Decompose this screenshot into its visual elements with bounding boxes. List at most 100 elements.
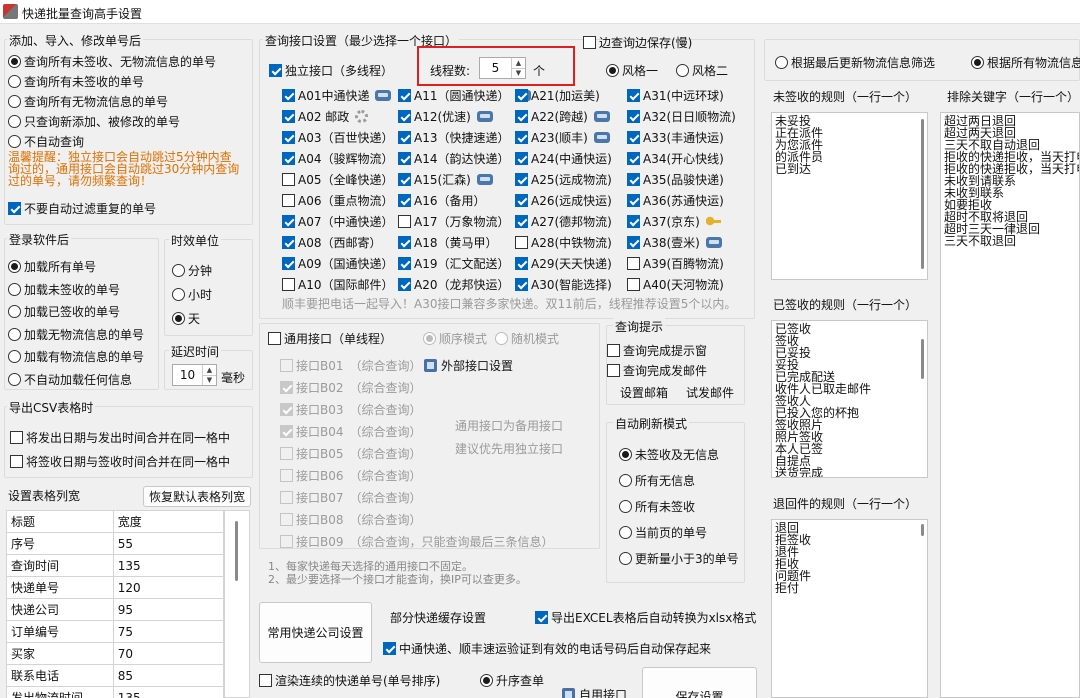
general-api-checkbox[interactable]: 接口B04 （综合查询） [280,423,422,440]
table-cell[interactable]: 135 [112,686,225,698]
table-cell[interactable]: 序号 [6,532,114,555]
table-cell[interactable]: 快递公司 [6,598,114,621]
api-checkbox-col3-2[interactable]: A23(顺丰) [515,129,610,146]
phone-icon[interactable] [593,111,610,122]
key-icon[interactable] [705,216,721,227]
refresh-option-radio[interactable]: 所有未签收 [619,498,695,515]
time-unit-radio[interactable]: 分钟 [172,262,212,279]
merge-sign-checkbox[interactable]: 将签收日期与签收时间合并在同一格中 [10,453,230,470]
table-cell[interactable]: 买家 [6,642,114,665]
table-cell[interactable]: 快递单号 [6,576,114,599]
api-checkbox-col2-2[interactable]: A13（快捷速递） [398,129,509,146]
table-row[interactable]: 买家 70 [6,642,225,665]
table-cell[interactable]: 查询时间 [6,554,114,577]
spin-down-icon[interactable]: ▼ [203,374,216,386]
seq-mode-radio[interactable]: 顺序模式 [423,330,487,347]
api-checkbox-col4-7[interactable]: A38(壹米) [627,234,722,251]
api-checkbox-col1-1[interactable]: A02 邮政 [282,108,369,125]
external-api-button[interactable]: 外部接口设置 [424,357,513,374]
api-checkbox-col3-4[interactable]: A25(远成物流) [515,171,612,188]
spin-down-icon[interactable]: ▼ [512,67,525,79]
exclude-rules-textarea[interactable]: 超过两日退回 超过两天退回 三天不取自动退回 拒收的快递拒收，当天打电 拒收的快递拒收，… [940,112,1080,698]
table-row[interactable]: 联系电话 85 [6,664,225,687]
add-option-radio[interactable]: 查询所有未签收、无物流信息的单号 [8,53,216,70]
export-xlsx-checkbox[interactable]: 导出EXCEL表格后自动转换为xlsx格式 [535,609,756,626]
api-checkbox-col1-8[interactable]: A09（国通快递） [282,255,393,272]
add-option-radio[interactable]: 查询所有无物流信息的单号 [8,93,168,110]
api-checkbox-col4-5[interactable]: A36(苏通快运) [627,192,724,209]
api-checkbox-col3-0[interactable]: A21(加运美) [515,87,600,104]
api-checkbox-col2-1[interactable]: A12(优速) [398,108,493,125]
login-option-radio[interactable]: 加载未签收的单号 [8,281,120,298]
style1-radio[interactable]: 风格一 [606,62,658,79]
time-unit-radio[interactable]: 天 [172,310,200,327]
table-row[interactable]: 序号 55 [6,532,225,555]
refresh-option-radio[interactable]: 更新量小于3的单号 [619,550,739,567]
api-checkbox-col2-4[interactable]: A15(汇森) [398,171,493,188]
table-cell[interactable]: 135 [112,554,225,577]
general-api-checkbox[interactable]: 接口B05 （综合查询） [280,445,422,462]
api-checkbox-col4-6[interactable]: A37(京东) [627,213,721,230]
api-checkbox-col4-4[interactable]: A35(品骏快递) [627,171,724,188]
table-cell[interactable]: 发出物流时间 [6,686,114,698]
api-checkbox-col3-6[interactable]: A27(德邦物流) [515,213,612,230]
refresh-option-radio[interactable]: 所有无信息 [619,472,695,489]
general-api-checkbox[interactable]: 接口B01 （综合查询） [280,357,422,374]
general-api-checkbox[interactable]: 接口B06 （综合查询） [280,467,422,484]
refresh-option-radio[interactable]: 当前页的单号 [619,524,707,541]
partial-cache-link[interactable]: 部分快递缓存设置 [390,609,486,626]
refresh-option-radio[interactable]: 未签收及无信息 [619,446,719,463]
table-cell[interactable]: 75 [112,620,225,643]
table-row[interactable]: 订单编号 75 [6,620,225,643]
api-checkbox-col3-9[interactable]: A30(智能选择) [515,276,612,293]
api-checkbox-col4-2[interactable]: A33(丰通快运) [627,129,724,146]
unsigned-rules-textarea[interactable]: 未妥投 正在派件 为您派件 的派件员 已到达 [771,112,928,280]
api-checkbox-col2-0[interactable]: A11（圆通快递） [398,87,532,104]
merge-send-checkbox[interactable]: 将发出日期与发出时间合并在同一格中 [10,429,230,446]
table-cell[interactable]: 120 [112,576,225,599]
general-api-checkbox[interactable]: 接口B02 （综合查询） [280,379,422,396]
login-option-radio[interactable]: 不自动加载任何信息 [8,371,132,388]
table-cell[interactable]: 70 [112,642,225,665]
api-checkbox-col1-9[interactable]: A10（国际邮件） [282,276,393,293]
table-row[interactable]: 快递单号 120 [6,576,225,599]
api-checkbox-col1-6[interactable]: A07（中通快递） [282,213,393,230]
signed-rules-textarea[interactable]: 已签收 签收 已妥投 妥投 已完成配送 收件人已取走邮件 签收人 已投入您的杯抱 签收照片 照片签… [771,320,928,478]
api-checkbox-col1-3[interactable]: A04（骏辉物流） [282,150,393,167]
set-mail-link[interactable]: 设置邮箱 [620,384,668,401]
api-checkbox-col2-9[interactable]: A20（龙邦快运） [398,276,509,293]
table-cell[interactable]: 联系电话 [6,664,114,687]
login-option-radio[interactable]: 加载无物流信息的单号 [8,326,144,343]
table-row[interactable]: 快递公司 95 [6,598,225,621]
api-checkbox-col1-2[interactable]: A03（百世快递） [282,129,393,146]
api-checkbox-col4-9[interactable]: A40(天河物流) [627,276,724,293]
save-while-query-checkbox[interactable]: 边查询边保存(慢) [583,34,692,51]
spin-up-icon[interactable]: ▲ [512,58,525,68]
api-checkbox-col3-3[interactable]: A24(中通快运) [515,150,612,167]
filter-all-radio[interactable]: 根据所有物流信息 [971,54,1080,71]
render-continuous-checkbox[interactable]: 渲染连续的快递单号(单号排序) [259,672,440,689]
common-company-button[interactable]: 常用快递公司设置 [259,602,372,663]
phone-icon[interactable] [476,174,493,185]
spin-up-icon[interactable]: ▲ [203,365,216,375]
scroll-thumb[interactable] [921,119,924,269]
add-option-radio[interactable]: 查询所有未签收的单号 [8,73,144,90]
api-checkbox-col1-5[interactable]: A06（重点物流） [282,192,393,209]
api-checkbox-col2-7[interactable]: A18（黄马甲） [398,234,497,251]
style2-radio[interactable]: 风格二 [676,62,728,79]
api-checkbox-col1-0[interactable]: A01中通快递 [282,87,392,104]
scroll-thumb[interactable] [921,339,924,379]
api-checkbox-col1-4[interactable]: A05（全峰快递） [282,171,393,188]
no-filter-duplicate-checkbox[interactable]: 不要自动过滤重复的单号 [8,200,156,217]
general-api-checkbox[interactable]: 接口B09 （综合查询，只能查询最后三条信息） [280,533,554,550]
threads-spinner[interactable]: 5 ▲ ▼ [479,57,526,79]
add-option-radio[interactable]: 只查询新添加、被修改的单号 [8,113,180,130]
table-cell[interactable]: 85 [112,664,225,687]
time-unit-radio[interactable]: 小时 [172,286,212,303]
ascending-radio[interactable]: 升序查单 [480,672,544,689]
api-checkbox-col4-8[interactable]: A39(百腾物流) [627,255,724,272]
returned-rules-textarea[interactable]: 退回 拒签收 退件 拒收 问题件 拒付 [771,519,928,698]
api-checkbox-col4-1[interactable]: A32(日日顺物流) [627,108,736,125]
phone-icon[interactable] [593,132,610,143]
login-option-radio[interactable]: 加载所有单号 [8,258,96,275]
